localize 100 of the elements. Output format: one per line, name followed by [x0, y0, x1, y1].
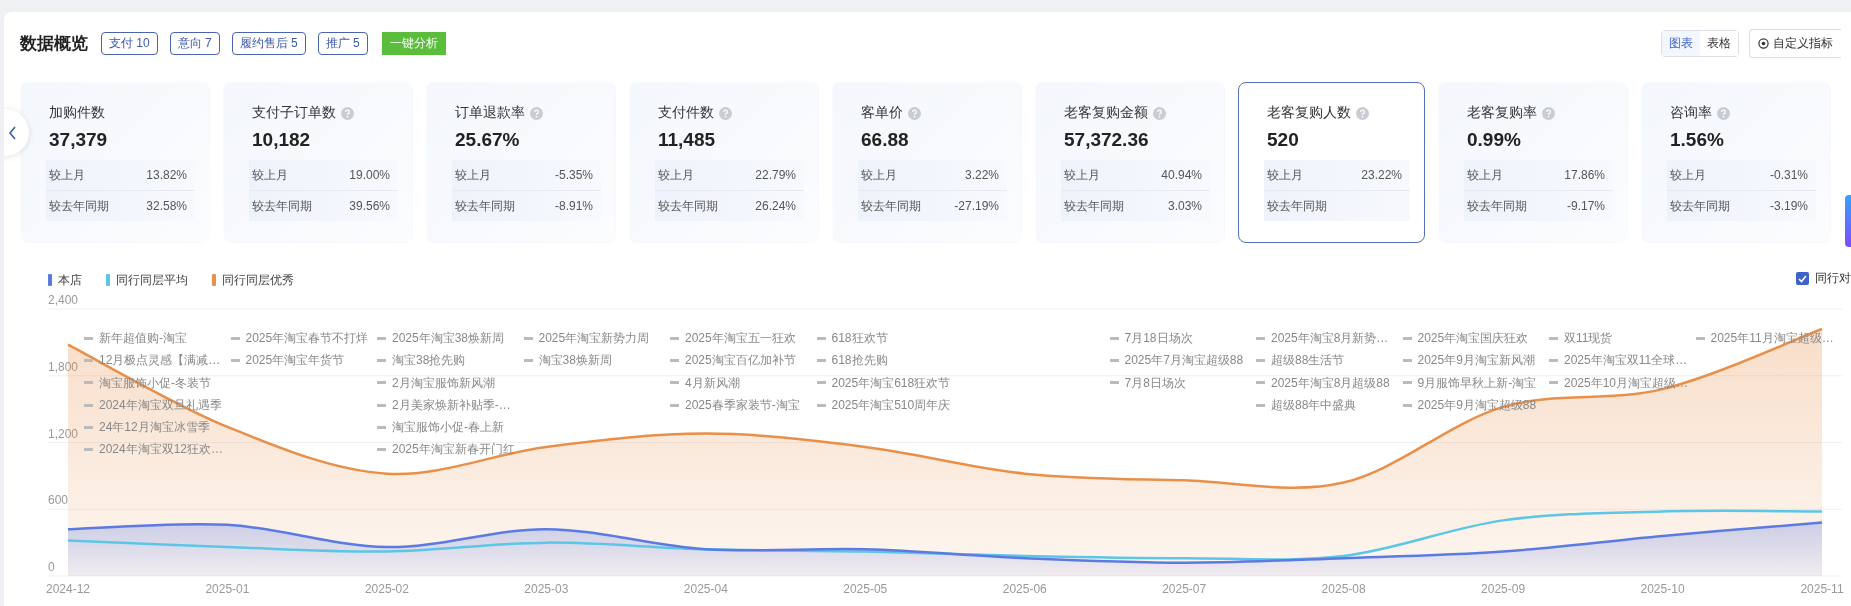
comparison-value: 19.00% — [349, 168, 390, 182]
comparison-value: -0.31% — [1769, 168, 1808, 182]
comparison-value: 26.24% — [755, 199, 796, 213]
comparison-label: 较上月 — [455, 166, 491, 184]
metric-card[interactable]: 订单退款率 25.67% 较上月 -5.35% 较去年同期 -8.91% — [426, 82, 616, 243]
metric-title: 老客复购人数 — [1267, 104, 1351, 122]
event-label: 2025年淘宝38焕新周 — [392, 330, 505, 347]
section-title: 数据概览 — [20, 33, 88, 55]
comparison-label: 较上月 — [1467, 166, 1503, 184]
comparison-value: 3.22% — [964, 168, 999, 182]
help-icon[interactable] — [1542, 106, 1555, 120]
help-icon[interactable] — [530, 106, 543, 120]
legend-label[interactable]: 本店 — [58, 271, 82, 289]
comparison-label: 较上月 — [861, 166, 897, 184]
event-label: 2025年淘宝双11全球… — [1564, 352, 1688, 370]
legend-label[interactable]: 同行同层优秀 — [222, 271, 294, 289]
custom-metrics-button[interactable]: 自定义指标 — [1749, 29, 1841, 58]
side-tab[interactable] — [1845, 195, 1851, 247]
event-label: 淘宝服饰小促-春上新 — [392, 419, 504, 437]
chevron-left-icon — [8, 125, 17, 140]
help-icon[interactable] — [908, 106, 921, 120]
metric-value: 37,379 — [49, 129, 109, 151]
event-label: 双11现货 — [1564, 330, 1613, 347]
comparison-value: -5.35% — [554, 168, 593, 182]
comparison-label: 较去年同期 — [1467, 197, 1527, 215]
axis-label: 2025-10 — [1640, 582, 1685, 596]
event-label: 2024年淘宝双12狂欢… — [99, 441, 224, 459]
event-label: 2025年淘宝8月超级88 — [1271, 374, 1390, 392]
comparison-value: 32.58% — [146, 199, 187, 213]
metric-card[interactable]: 加购件数 37,379 较上月 13.82% 较去年同期 32.58% — [20, 82, 210, 243]
comparison-value: 23.22% — [1361, 168, 1402, 182]
metric-card[interactable]: 咨询率 1.56% 较上月 -0.31% 较去年同期 -3.19% — [1641, 82, 1831, 243]
comparison-value: 40.94% — [1161, 168, 1202, 182]
metric-card[interactable]: 支付子订单数 10,182 较上月 19.00% 较去年同期 39.56% — [223, 82, 413, 243]
axis-label: 2,400 — [48, 293, 79, 307]
filter-tag[interactable]: 履约售后 5 — [231, 32, 306, 55]
event-label: 超级88年中盛典 — [1271, 396, 1357, 414]
event-label: 12月极点灵感【满减… — [99, 352, 221, 370]
comparison-value: 13.82% — [146, 168, 187, 182]
axis-label: 2025-11 — [1800, 582, 1844, 596]
target-icon — [1758, 38, 1769, 49]
axis-label: 600 — [48, 493, 69, 508]
comparison-label: 较上月 — [252, 166, 288, 184]
axis-label: 2025-02 — [364, 582, 409, 596]
metric-value: 520 — [1267, 129, 1300, 151]
axis-label: 0 — [48, 560, 55, 574]
metric-title: 订单退款率 — [455, 104, 525, 122]
event-label: 2月淘宝服饰新风潮 — [392, 374, 495, 392]
compare-checkbox[interactable] — [1796, 272, 1809, 285]
comparison-label: 较去年同期 — [49, 197, 109, 215]
event-label: 2025年淘宝新春开门红 — [392, 441, 515, 459]
view-tab[interactable]: 图表 — [1662, 31, 1700, 56]
metric-value: 57,372.36 — [1064, 129, 1150, 151]
metric-value: 11,485 — [658, 129, 717, 151]
comparison-label: 较去年同期 — [1670, 197, 1730, 215]
metric-value: 10,182 — [252, 129, 312, 151]
event-label: 7月8日场次 — [1124, 374, 1186, 392]
event-label: 24年12月淘宝冰雪季 — [99, 419, 210, 437]
comparison-value: 3.03% — [1167, 199, 1202, 213]
comparison-label: 较去年同期 — [861, 197, 921, 215]
axis-label: 1,800 — [48, 359, 79, 374]
metric-value: 66.88 — [861, 129, 910, 151]
legend-label[interactable]: 同行同层平均 — [116, 271, 188, 289]
event-label: 2025年10月淘宝超级… — [1564, 374, 1689, 392]
comparison-label: 较上月 — [1267, 166, 1303, 184]
help-icon[interactable] — [1153, 106, 1166, 120]
metric-title: 支付子订单数 — [252, 104, 336, 122]
event-label: 2025年淘宝春节不打烊 — [245, 330, 369, 347]
comparison-value: 39.56% — [349, 199, 390, 213]
metric-title: 老客复购金额 — [1064, 104, 1148, 122]
comparison-label: 较上月 — [658, 166, 694, 184]
help-icon[interactable] — [719, 106, 732, 120]
event-label: 7月18日场次 — [1124, 330, 1193, 347]
axis-label: 2025-03 — [524, 582, 569, 596]
event-label: 2025年淘宝年货节 — [245, 352, 345, 370]
filter-tag[interactable]: 支付 10 — [101, 32, 158, 55]
metric-title: 咨询率 — [1670, 104, 1712, 122]
comparison-value: -27.19% — [954, 199, 999, 213]
axis-label: 2025-09 — [1481, 582, 1526, 596]
comparison-value: 22.79% — [755, 168, 796, 182]
metric-card[interactable]: 老客复购人数 520 较上月 23.22% 较去年同期 — [1238, 82, 1425, 243]
help-icon[interactable] — [1717, 106, 1730, 120]
help-icon[interactable] — [341, 106, 354, 120]
comparison-label: 较上月 — [1670, 166, 1706, 184]
filter-tag[interactable]: 意向 7 — [169, 32, 220, 55]
filter-tag[interactable]: 推广 5 — [317, 32, 368, 55]
event-label: 2025年淘宝五一狂欢 — [685, 330, 796, 347]
metric-card[interactable]: 支付件数 11,485 较上月 22.79% 较去年同期 26.24% — [629, 82, 819, 243]
axis-label: 2025-07 — [1162, 582, 1207, 596]
metric-card[interactable]: 老客复购率 0.99% 较上月 17.86% 较去年同期 -9.17% — [1438, 82, 1628, 243]
metric-card[interactable]: 客单价 66.88 较上月 3.22% 较去年同期 -27.19% — [832, 82, 1022, 243]
metric-card[interactable]: 老客复购金额 57,372.36 较上月 40.94% 较去年同期 3.03% — [1035, 82, 1225, 243]
comparison-value: -3.19% — [1769, 199, 1808, 213]
help-icon[interactable] — [1356, 106, 1369, 120]
axis-label: 2025-05 — [843, 582, 888, 596]
checkbox-label: 同行对 — [1815, 270, 1851, 287]
event-label: 淘宝38抢先购 — [392, 352, 466, 370]
event-label: 2025年7月淘宝超级88 — [1124, 352, 1244, 370]
event-label: 2025春季家装节-淘宝 — [685, 396, 800, 414]
axis-label: 2025-08 — [1321, 582, 1366, 596]
